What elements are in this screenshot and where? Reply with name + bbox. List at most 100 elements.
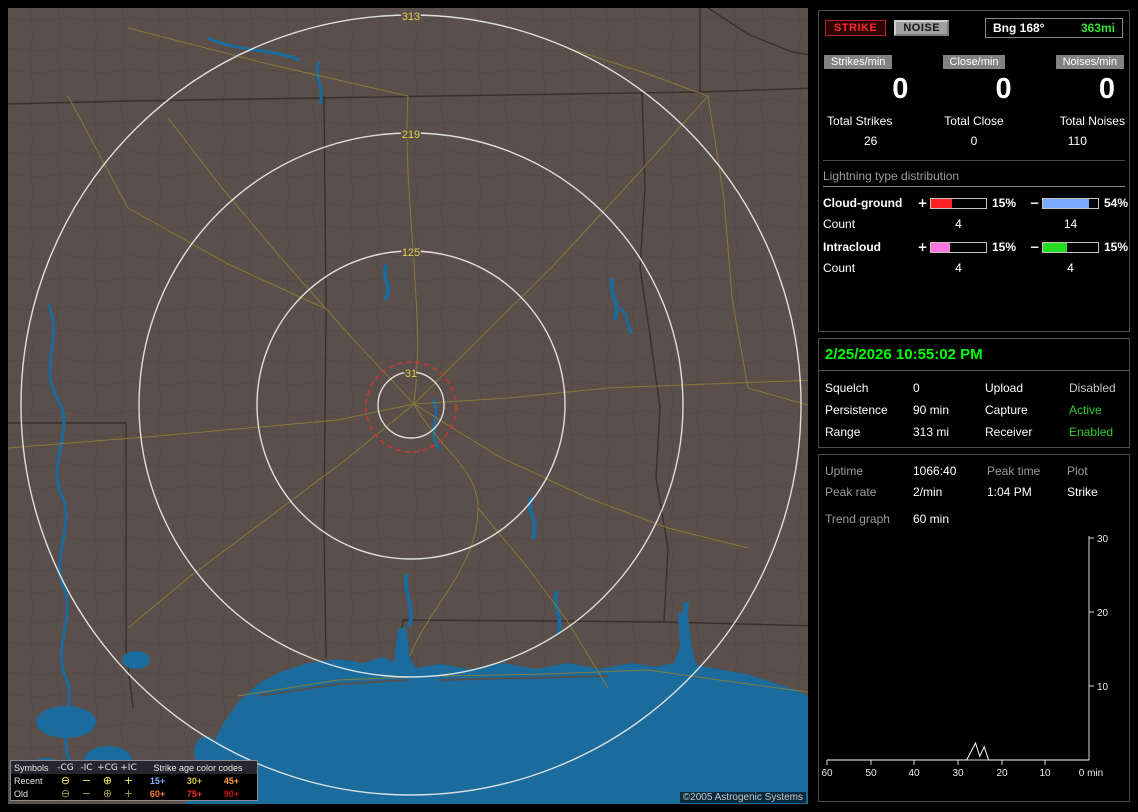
peak-rate-label: Peak rate [825,485,877,499]
total-noises: Total Noises 110 [1026,114,1129,148]
age-30: 30+ [186,775,203,786]
neg-cg-icon: ⊖ [60,787,71,800]
range-label: Range [825,425,861,439]
range-value: 313 mi [913,425,950,439]
sidebar: STRIKE NOISE Bng 168° 363mi Strikes/min … [818,0,1130,812]
age-45: 45+ [223,775,240,786]
legend-col-neg-ic: -IC [80,762,93,773]
y-tick-20: 20 [1097,608,1109,619]
strike-legend: Symbols -CG -IC +CG +IC Strike age color… [10,760,258,801]
age-75: 75+ [186,788,203,799]
ring-label-second: 125 [402,247,420,259]
y-tick-10: 10 [1097,682,1109,693]
plot-label: Plot [1067,464,1088,478]
x-tick-10: 10 [1039,768,1051,779]
pos-cg-icon: ⊕ [102,787,113,800]
trend-graph-row: Trend graph 60 min [819,499,1129,526]
noise-indicator-button[interactable]: NOISE [894,20,950,36]
plus-sign: + [917,240,928,254]
ic-positive-pct: 15% [992,240,1017,254]
legend-symbols-header: Symbols [14,762,49,773]
trend-panel: Uptime 1066:40 Peak time Plot Peak rate … [818,454,1130,802]
cg-negative-bar-fill [1043,198,1090,208]
cloud-ground-row: Cloud-ground + 15% − 54% [819,196,1129,210]
stats-panel: STRIKE NOISE Bng 168° 363mi Strikes/min … [818,10,1130,332]
cg-negative-count: 14 [1063,217,1078,231]
count-label: Count [823,217,856,231]
rate-badges-row: Strikes/min Close/min Noises/min [819,38,1129,70]
legend-recent-label: Recent [14,775,43,786]
trend-graph-label: Trend graph [825,512,890,526]
section-divider [823,160,1125,161]
total-close-label: Total Close [944,114,1004,128]
strikes-per-min-badge: Strikes/min [823,54,894,70]
persistence-label: Persistence [825,403,888,417]
legend-old-label: Old [14,788,29,799]
last-strike-distance: 363mi [1080,21,1115,35]
legend-col-pos-cg: +CG [97,762,118,773]
ic-positive-bar-fill [931,242,950,252]
basemap-svg: 313 219 125 31 [8,8,808,804]
cg-positive-count: 4 [955,217,962,231]
x-tick-30: 30 [952,768,964,779]
age-90: 90+ [223,788,240,799]
plot-value: Strike [1067,485,1098,499]
total-close-value: 0 [970,134,978,148]
legend-col-neg-cg: -CG [57,762,74,773]
neg-ic-icon: − [81,774,92,787]
close-per-min-badge: Close/min [941,54,1007,70]
minus-sign: − [1029,240,1040,254]
total-noises-value: 110 [1067,134,1087,148]
x-tick-60: 60 [821,768,833,779]
legend-header-row: Symbols -CG -IC +CG +IC Strike age color… [11,761,257,774]
datetime-display: 2/25/2026 10:55:02 PM [819,339,1129,371]
trend-graph-window: 60 min [913,512,950,526]
lightning-map: 313 219 125 31 Symbols -CG -IC +CG +IC S… [8,8,808,804]
neg-ic-icon: − [81,787,92,800]
receiver-status: Enabled [1069,425,1114,439]
y-tick-30: 30 [1097,534,1109,545]
squelch-value: 0 [913,381,920,395]
strike-indicator-button[interactable]: STRIKE [825,20,887,36]
cg-negative-bar [1042,197,1099,209]
ring-label-third: 219 [402,129,420,141]
ic-positive-count: 4 [955,261,962,275]
legend-col-pos-ic: +IC [120,762,137,773]
noises-per-min-badge: Noises/min [1054,54,1125,70]
total-noises-label: Total Noises [1059,114,1125,128]
pos-cg-icon: ⊕ [102,774,113,787]
age-60: 60+ [149,788,166,799]
ring-label-inner: 31 [405,368,417,380]
squelch-label: Squelch [825,381,869,395]
trend-chart: 30 20 10 60 50 40 30 20 10 0 min [821,534,1109,779]
copyright-notice: ©2005 Astrogenic Systems [679,792,806,803]
cloud-ground-count-row: Count 4 14 [819,217,1129,231]
pos-ic-icon: + [123,774,134,787]
trend-line [827,741,1089,761]
x-tick-0min: 0 min [1079,768,1103,779]
rate-values-row: 0 0 0 [819,70,1129,104]
legend-age-header: Strike age color codes [153,762,243,773]
peak-time-value: 1:04 PM [987,485,1032,499]
legend-recent-row: Recent ⊖ − ⊕ + 15+ 30+ 45+ [11,774,257,787]
upload-status: Disabled [1069,381,1116,395]
ic-negative-bar-fill [1043,242,1068,252]
receiver-label: Receiver [985,425,1033,439]
distribution-title: Lightning type distribution [823,169,1125,187]
cloud-ground-label: Cloud-ground [823,196,903,210]
peak-rate-value: 2/min [913,485,943,499]
persistence-value: 90 min [913,403,950,417]
strikes-per-min-value: 0 [892,73,909,105]
info-grid: Uptime 1066:40 Peak time Plot Peak rate … [819,455,1129,499]
peak-time-label: Peak time [987,464,1041,478]
intracloud-row: Intracloud + 15% − 15% [819,240,1129,254]
total-close: Total Close 0 [922,114,1025,148]
pos-ic-icon: + [123,787,134,800]
cg-positive-bar-fill [931,198,952,208]
cg-positive-pct: 15% [992,196,1017,210]
ring-label-outer: 313 [402,11,420,23]
total-strikes-value: 26 [863,134,878,148]
status-grid: Squelch 0 Upload Disabled Persistence 90… [819,371,1129,449]
indicator-row: STRIKE NOISE Bng 168° 363mi [819,11,1129,38]
cg-positive-bar [930,197,987,209]
